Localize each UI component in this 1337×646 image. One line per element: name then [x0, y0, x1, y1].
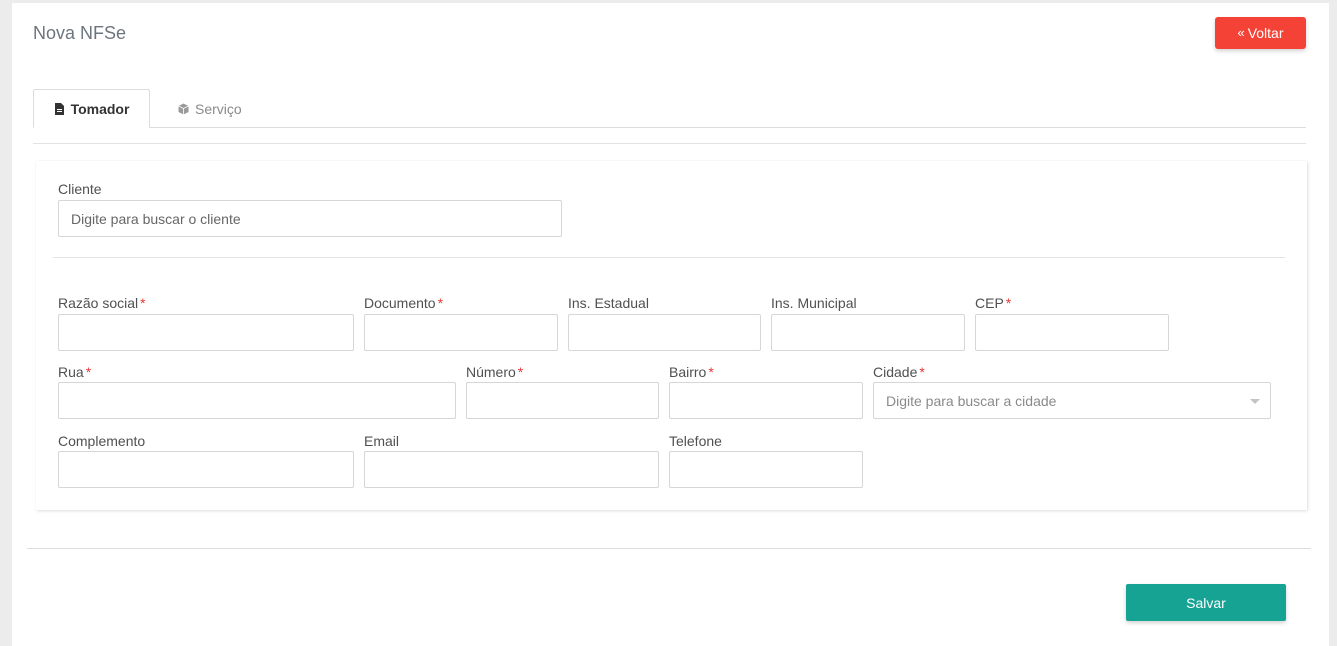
ins-estadual-input[interactable]	[568, 314, 761, 351]
documento-input[interactable]	[364, 314, 558, 351]
email-input[interactable]	[364, 451, 659, 488]
form-divider	[53, 257, 1285, 258]
email-label: Email	[364, 433, 400, 449]
cidade-select[interactable]: Digite para buscar a cidade	[873, 382, 1271, 419]
page-title: Nova NFSe	[33, 23, 127, 43]
cidade-placeholder: Digite para buscar a cidade	[886, 392, 1057, 409]
numero-label: Número *	[466, 364, 524, 380]
razao-social-label: Razão social *	[58, 295, 146, 311]
cidade-label: Cidade *	[873, 364, 925, 380]
tab-tomador[interactable]: Tomador	[33, 89, 150, 128]
cliente-label: Cliente	[58, 181, 102, 197]
rua-input[interactable]	[58, 382, 456, 419]
back-button[interactable]: « Voltar	[1215, 17, 1306, 49]
cep-label: CEP *	[975, 295, 1012, 311]
ins-municipal-label: Ins. Municipal	[771, 295, 857, 311]
tab-bar: Tomador Serviço	[33, 89, 1306, 128]
tab-tomador-label: Tomador	[70, 100, 130, 117]
telefone-input[interactable]	[669, 451, 863, 488]
bairro-label: Bairro *	[669, 364, 714, 380]
cube-icon	[178, 103, 189, 115]
divider	[33, 143, 1306, 144]
ins-municipal-input[interactable]	[771, 314, 965, 351]
rua-label: Rua *	[58, 364, 92, 380]
save-button[interactable]: Salvar	[1126, 584, 1286, 621]
documento-label: Documento *	[364, 295, 444, 311]
nfse-page: Nova NFSe « Voltar Tomador Serviço Clien…	[12, 3, 1329, 646]
cliente-search-input[interactable]	[58, 200, 562, 237]
footer-divider	[27, 548, 1311, 549]
tab-servico[interactable]: Serviço	[178, 89, 242, 128]
caret-down-icon	[1250, 399, 1260, 404]
tab-servico-label: Serviço	[195, 100, 242, 117]
ins-estadual-label: Ins. Estadual	[568, 295, 649, 311]
bairro-input[interactable]	[669, 382, 863, 419]
cep-input[interactable]	[975, 314, 1169, 351]
telefone-label: Telefone	[669, 433, 722, 449]
tomador-form-card: Cliente Razão social* Documento* Ins. Es…	[36, 161, 1307, 510]
chevron-double-left-icon: «	[1237, 25, 1245, 40]
razao-social-input[interactable]	[58, 314, 354, 351]
complemento-label: Complemento	[58, 433, 146, 449]
file-icon	[54, 102, 65, 115]
numero-input[interactable]	[466, 382, 659, 419]
back-button-label: Voltar	[1247, 25, 1284, 41]
complemento-input[interactable]	[58, 451, 354, 488]
